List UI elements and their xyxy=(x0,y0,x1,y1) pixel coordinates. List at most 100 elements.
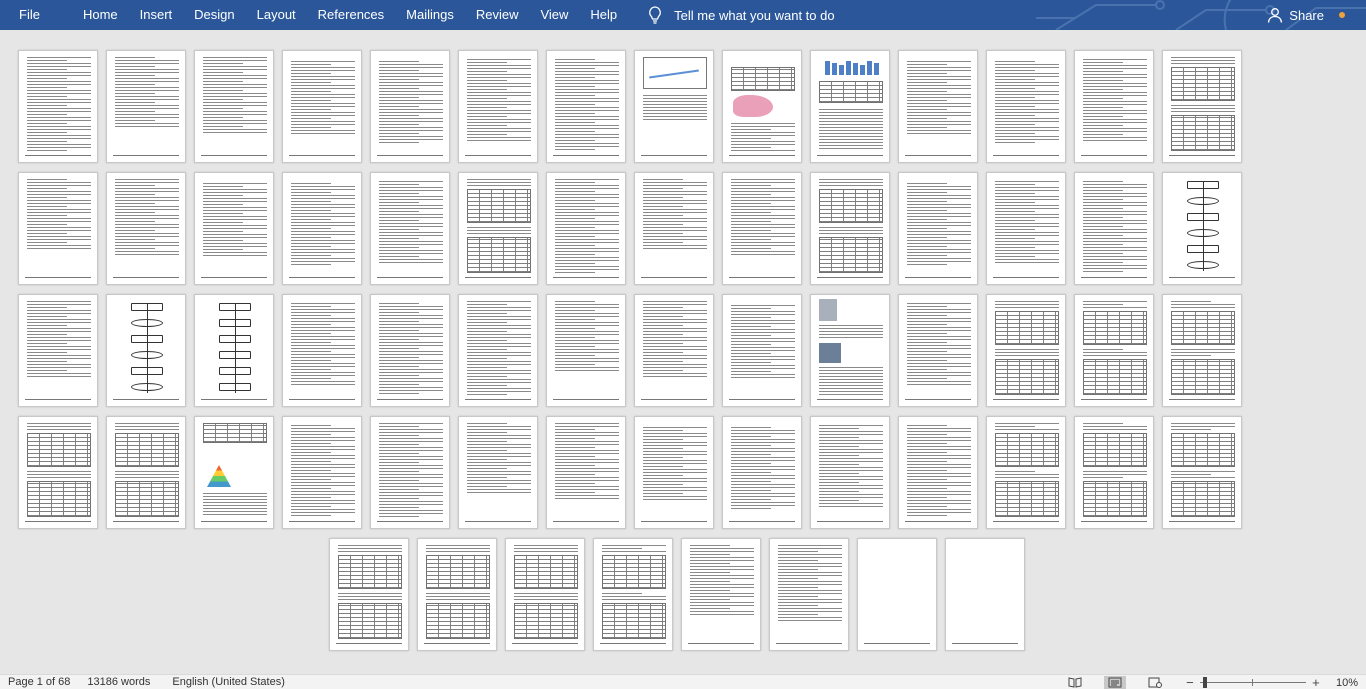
page-thumbnail[interactable] xyxy=(1162,50,1242,163)
page-thumbnail[interactable] xyxy=(810,416,890,529)
web-layout-button[interactable] xyxy=(1144,676,1166,689)
ribbon-tab-bar: File Home Insert Design Layout Reference… xyxy=(0,0,1366,30)
tab-file[interactable]: File xyxy=(0,0,59,30)
page-thumbnail[interactable] xyxy=(546,416,626,529)
page-thumbnail[interactable] xyxy=(1074,416,1154,529)
tab-layout[interactable]: Layout xyxy=(246,0,307,30)
text-line xyxy=(643,325,683,326)
page-thumbnail[interactable] xyxy=(898,50,978,163)
page-thumbnail[interactable] xyxy=(458,294,538,407)
tab-references[interactable]: References xyxy=(307,0,395,30)
text-line xyxy=(467,465,531,466)
page-thumbnail[interactable] xyxy=(546,172,626,285)
page-thumbnail[interactable] xyxy=(546,294,626,407)
zoom-in-button[interactable]: + xyxy=(1310,675,1322,689)
tab-view[interactable]: View xyxy=(529,0,579,30)
page-thumbnail[interactable] xyxy=(370,172,450,285)
tab-mailings[interactable]: Mailings xyxy=(395,0,465,30)
text-line xyxy=(115,93,155,94)
page-thumbnail[interactable] xyxy=(1162,172,1242,285)
page-thumbnail[interactable] xyxy=(593,538,673,651)
text-line xyxy=(690,611,754,612)
page-thumbnail[interactable] xyxy=(857,538,937,651)
zoom-level[interactable]: 10% xyxy=(1336,677,1358,689)
page-thumbnail[interactable] xyxy=(1074,172,1154,285)
text-line xyxy=(379,357,419,358)
page-thumbnail[interactable] xyxy=(722,172,802,285)
share-button[interactable]: Share xyxy=(1267,0,1324,30)
page-thumbnail[interactable] xyxy=(1074,294,1154,407)
page-thumbnail[interactable] xyxy=(370,294,450,407)
page-thumbnail[interactable] xyxy=(986,50,1066,163)
word-count[interactable]: 13186 words xyxy=(87,676,150,688)
page-thumbnail[interactable] xyxy=(1162,416,1242,529)
page-thumbnail[interactable] xyxy=(282,416,362,529)
page-thumbnail[interactable] xyxy=(194,50,274,163)
print-layout-button[interactable] xyxy=(1103,675,1126,689)
page-thumbnail[interactable] xyxy=(106,294,186,407)
page-thumbnail[interactable] xyxy=(458,50,538,163)
tell-me-search[interactable]: Tell me what you want to do xyxy=(648,0,835,30)
page-thumbnail[interactable] xyxy=(986,294,1066,407)
page-thumbnail[interactable] xyxy=(810,172,890,285)
page-thumbnail[interactable] xyxy=(986,416,1066,529)
page-thumbnail[interactable] xyxy=(106,416,186,529)
page-thumbnail[interactable] xyxy=(722,50,802,163)
page-thumbnail[interactable] xyxy=(370,416,450,529)
page-thumbnail[interactable] xyxy=(722,416,802,529)
page-thumbnail[interactable] xyxy=(634,172,714,285)
page-thumbnail[interactable] xyxy=(194,172,274,285)
text-line xyxy=(379,85,443,86)
page-thumbnail[interactable] xyxy=(194,416,274,529)
page-thumbnail[interactable] xyxy=(282,50,362,163)
page-thumbnail[interactable] xyxy=(634,50,714,163)
page-thumbnail[interactable] xyxy=(945,538,1025,651)
page-thumbnail[interactable] xyxy=(106,50,186,163)
page-thumbnail[interactable] xyxy=(106,172,186,285)
read-mode-button[interactable] xyxy=(1064,676,1086,689)
tab-design[interactable]: Design xyxy=(183,0,245,30)
tab-insert[interactable]: Insert xyxy=(129,0,184,30)
page-thumbnail[interactable] xyxy=(458,172,538,285)
tab-help[interactable]: Help xyxy=(579,0,628,30)
page-thumbnail[interactable] xyxy=(282,172,362,285)
page-thumbnail[interactable] xyxy=(329,538,409,651)
page-thumbnail[interactable] xyxy=(898,172,978,285)
text-line xyxy=(1083,214,1147,215)
page-thumbnail[interactable] xyxy=(898,294,978,407)
zoom-out-button[interactable]: − xyxy=(1184,675,1196,689)
page-thumbnail[interactable] xyxy=(1074,50,1154,163)
page-counter[interactable]: Page 1 of 68 xyxy=(8,676,70,688)
language-indicator[interactable]: English (United States) xyxy=(172,676,285,688)
page-thumbnail[interactable] xyxy=(986,172,1066,285)
page-thumbnail[interactable] xyxy=(546,50,626,163)
page-thumbnail[interactable] xyxy=(810,294,890,407)
page-thumbnail[interactable] xyxy=(417,538,497,651)
page-thumbnail[interactable] xyxy=(282,294,362,407)
page-thumbnail[interactable] xyxy=(810,50,890,163)
page-thumbnail[interactable] xyxy=(634,294,714,407)
text-line xyxy=(1083,89,1123,90)
text-line xyxy=(203,252,267,253)
page-thumbnail[interactable] xyxy=(634,416,714,529)
page-thumbnail[interactable] xyxy=(722,294,802,407)
page-thumbnail[interactable] xyxy=(370,50,450,163)
tab-review[interactable]: Review xyxy=(465,0,530,30)
page-thumbnail[interactable] xyxy=(458,416,538,529)
page-thumbnail[interactable] xyxy=(18,294,98,407)
page-thumbnail[interactable] xyxy=(681,538,761,651)
zoom-slider-thumb[interactable] xyxy=(1202,677,1207,688)
page-thumbnail[interactable] xyxy=(18,50,98,163)
page-thumbnail[interactable] xyxy=(769,538,849,651)
text-line xyxy=(995,130,1059,131)
page-thumbnail[interactable] xyxy=(194,294,274,407)
page-thumbnail[interactable] xyxy=(1162,294,1242,407)
page-thumbnail[interactable] xyxy=(898,416,978,529)
tab-home[interactable]: Home xyxy=(72,0,129,30)
zoom-slider[interactable] xyxy=(1199,677,1306,688)
document-multipage-view[interactable] xyxy=(0,30,1366,674)
page-thumbnail[interactable] xyxy=(18,416,98,529)
page-thumbnail[interactable] xyxy=(505,538,585,651)
text-line xyxy=(291,258,355,259)
page-thumbnail[interactable] xyxy=(18,172,98,285)
